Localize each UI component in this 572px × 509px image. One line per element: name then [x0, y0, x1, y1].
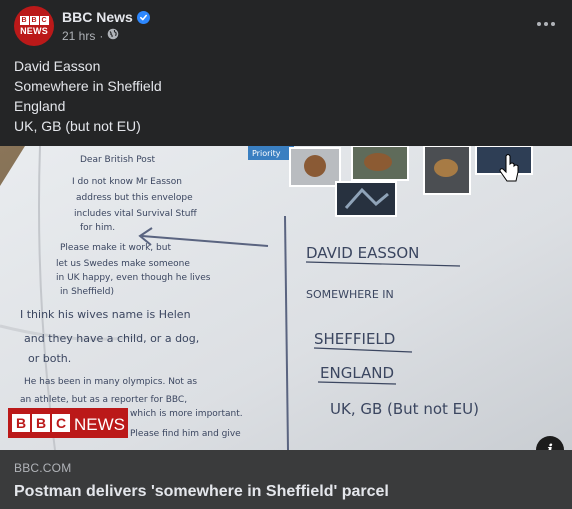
link-headline[interactable]: Postman delivers 'somewhere in Sheffield… — [14, 483, 389, 501]
address-line: ENGLAND — [320, 364, 394, 382]
note-line: which is more important. — [130, 409, 243, 419]
watermark-letter: B — [36, 415, 46, 431]
bbc-news-watermark: B B C NEWS — [8, 408, 128, 438]
post-photo[interactable]: Priority DAVID EASSON SOMEWHERE IN SHEFF… — [0, 146, 572, 450]
logo-letter: B — [29, 16, 39, 25]
note-line: address but this envelope — [76, 193, 193, 203]
link-domain: BBC.COM — [14, 461, 72, 475]
post-header: B B C NEWS BBC News 21 hrs · — [14, 6, 150, 46]
timestamp-row: 21 hrs · — [62, 28, 150, 44]
post-timestamp[interactable]: 21 hrs — [62, 28, 95, 44]
priority-label: Priority — [248, 146, 294, 160]
note-line: He has been in many olympics. Not as — [24, 377, 197, 387]
note-line: in Sheffield) — [60, 287, 114, 297]
post-meta: BBC News 21 hrs · — [62, 8, 150, 44]
verified-badge-icon — [136, 10, 150, 24]
separator-dot: · — [99, 29, 104, 43]
note-line: and they have a child, or a dog, — [24, 332, 199, 345]
envelope-photo: Priority DAVID EASSON SOMEWHERE IN SHEFF… — [0, 146, 572, 450]
bbc-logo: B B C — [19, 16, 49, 25]
priority-label-text: Priority — [252, 149, 281, 158]
address-line: SHEFFIELD — [314, 330, 395, 348]
page-name-link[interactable]: BBC News — [62, 8, 133, 26]
link-preview-footer[interactable]: BBC.COM Postman delivers 'somewhere in S… — [0, 450, 572, 509]
logo-letter: B — [19, 16, 29, 25]
facebook-post: B B C NEWS BBC News 21 hrs · David Easso… — [0, 0, 572, 509]
caption-line: England — [14, 98, 66, 114]
logo-news-word: NEWS — [20, 26, 48, 36]
watermark-letter: C — [56, 415, 66, 431]
address-line: UK, GB (But not EU) — [330, 400, 479, 418]
note-line: let us Swedes make someone — [56, 259, 190, 269]
logo-letter: C — [39, 16, 49, 25]
post-caption: David Easson Somewhere in Sheffield Engl… — [14, 56, 162, 136]
caption-line: David Easson — [14, 58, 101, 74]
globe-icon[interactable] — [107, 28, 119, 44]
address-line: DAVID EASSON — [306, 244, 419, 262]
note-line: Please find him and give — [130, 429, 241, 439]
page-avatar[interactable]: B B C NEWS — [14, 6, 54, 46]
more-options-icon[interactable] — [534, 14, 558, 34]
caption-line: Somewhere in Sheffield — [14, 78, 162, 94]
watermark-news-word: NEWS — [74, 415, 125, 434]
caption-line: UK, GB (but not EU) — [14, 118, 141, 134]
note-line: or both. — [28, 352, 71, 365]
note-line: I do not know Mr Easson — [72, 177, 182, 187]
note-line: includes vital Survival Stuff — [74, 209, 197, 219]
note-line: in UK happy, even though he lives — [56, 273, 211, 283]
address-line: SOMEWHERE IN — [306, 288, 394, 301]
note-line: an athlete, but as a reporter for BBC, — [20, 395, 187, 405]
note-line: for him. — [80, 223, 115, 233]
watermark-letter: B — [16, 415, 26, 431]
note-line: Dear British Post — [80, 155, 156, 165]
note-line: I think his wives name is Helen — [20, 308, 191, 321]
note-line: Please make it work, but — [60, 243, 171, 253]
name-row: BBC News — [62, 8, 150, 26]
